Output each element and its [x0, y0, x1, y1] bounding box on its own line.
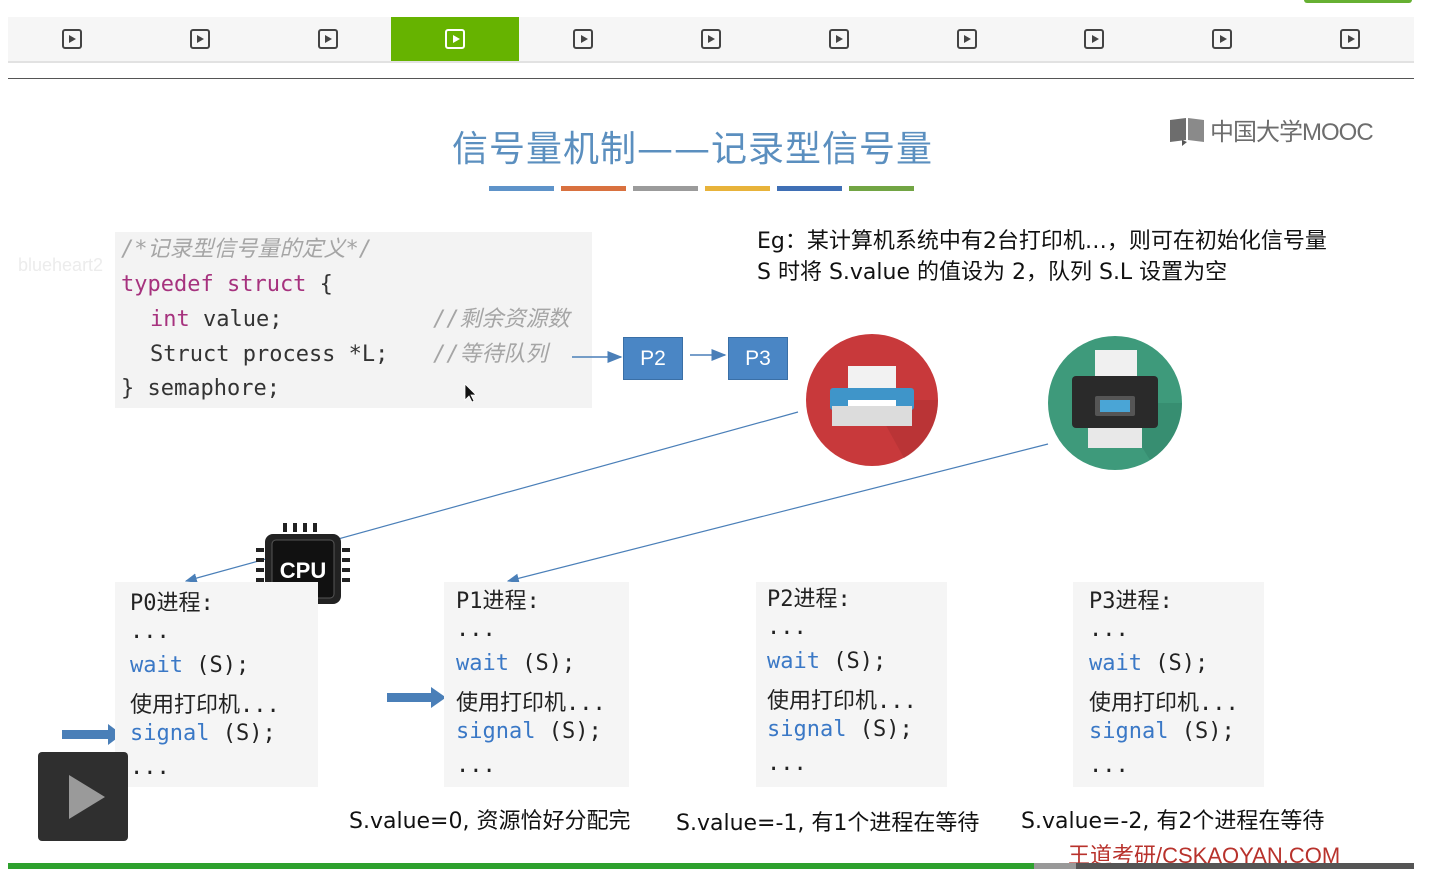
title-stripe-3: [633, 186, 698, 191]
play-icon: [1340, 29, 1361, 49]
mooc-logo: 中国大学MOOC: [1168, 112, 1374, 147]
code-line-end: } semaphore;: [121, 376, 280, 401]
code-line-typedef: typedef struct {: [121, 272, 333, 297]
title-stripe-6: [849, 186, 914, 191]
segment-8[interactable]: [903, 17, 1031, 61]
status-text-0: S.value=0, 资源恰好分配完: [349, 809, 631, 834]
play-icon: [956, 29, 977, 49]
play-icon: [445, 29, 466, 49]
status-text-1: S.value=-1, 有1个进程在等待: [676, 811, 980, 836]
wait-call-p2: wait (S);: [767, 649, 887, 674]
current-step-arrow-2: [387, 687, 446, 708]
play-icon: [61, 29, 82, 49]
segment-9[interactable]: [1031, 17, 1159, 61]
play-icon: [317, 29, 338, 49]
process-name-p0: P0进程:: [130, 591, 214, 616]
divider: [8, 78, 1414, 79]
example-text: Eg：某计算机系统中有2台打印机…，则可在初始化信号量 S 时将 S.value…: [757, 229, 1327, 285]
title-stripe-1: [489, 186, 554, 191]
queue-box-p2: P2: [623, 337, 683, 380]
code-block: /*记录型信号量的定义*/ typedef struct { int value…: [115, 232, 592, 408]
play-button[interactable]: [38, 752, 128, 841]
code-line-comment: /*记录型信号量的定义*/: [121, 237, 372, 262]
progress-buffer: [1034, 863, 1076, 869]
code-comment-queue: //等待队列: [433, 342, 548, 367]
use-printer-p3: 使用打印机...: [1089, 691, 1239, 716]
status-text-2: S.value=-2, 有2个进程在等待: [1021, 809, 1325, 834]
use-printer-p1: 使用打印机...: [456, 691, 606, 716]
wait-call-p3: wait (S);: [1089, 651, 1209, 676]
progress-fill: [8, 863, 1034, 869]
segment-11[interactable]: [1286, 17, 1414, 61]
queue-box-p3: P3: [728, 337, 788, 380]
ellipsis-p3: ...: [1089, 617, 1129, 642]
play-icon: [189, 29, 210, 49]
title-stripe-2: [561, 186, 626, 191]
code-line-value: int value;: [150, 307, 283, 332]
ellipsis-p1: ...: [456, 617, 496, 642]
printer-green-icon: [1048, 336, 1182, 470]
signal-call-p2: signal (S);: [767, 717, 913, 742]
printer-red-icon: [806, 334, 939, 466]
code-comment-value: //剩余资源数: [433, 307, 570, 332]
slide-title: 信号量机制——记录型信号量: [452, 129, 934, 170]
play-icon: [573, 29, 594, 49]
segment-2[interactable]: [136, 17, 264, 61]
segment-6[interactable]: [647, 17, 775, 61]
ellipsis-p2: ...: [767, 615, 807, 640]
process-name-p3: P3进程:: [1089, 589, 1173, 614]
signal-call-p3: signal (S);: [1089, 719, 1235, 744]
segment-5[interactable]: [519, 17, 647, 61]
segment-7[interactable]: [775, 17, 903, 61]
wait-call-p1: wait (S);: [456, 651, 576, 676]
progress-bar[interactable]: [8, 863, 1414, 869]
ellipsis-p0: ...: [130, 755, 170, 780]
play-icon: [700, 29, 721, 49]
segment-navigation: [8, 17, 1414, 63]
wait-call-p0: wait (S);: [130, 653, 250, 678]
title-stripe-4: [705, 186, 770, 191]
ellipsis-p2: ...: [767, 751, 807, 776]
printer1-to-p0-line: [184, 411, 799, 583]
signal-call-p1: signal (S);: [456, 719, 602, 744]
signal-call-p0: signal (S);: [130, 721, 276, 746]
code-line-queue: Struct process *L;: [150, 342, 389, 367]
title-stripe-5: [777, 186, 842, 191]
segment-3[interactable]: [264, 17, 392, 61]
title-underline-stripes: [489, 186, 914, 191]
ellipsis-p0: ...: [130, 619, 170, 644]
use-printer-p2: 使用打印机...: [767, 689, 917, 714]
use-printer-p0: 使用打印机...: [130, 693, 280, 718]
printer2-to-p1-line: [506, 443, 1049, 583]
ellipsis-p1: ...: [456, 753, 496, 778]
book-logo-icon: [1170, 117, 1204, 146]
play-icon: [1212, 29, 1233, 49]
ellipsis-p3: ...: [1089, 753, 1129, 778]
cpu-label: CPU: [280, 558, 326, 583]
logo-text: 中国大学MOOC: [1210, 119, 1374, 146]
segment-4[interactable]: [391, 17, 520, 61]
watermark: blueheart2: [18, 255, 104, 275]
top-status-badge: [1304, 0, 1412, 3]
process-name-p1: P1进程:: [456, 589, 540, 614]
current-step-arrow-1: [62, 724, 122, 745]
play-icon: [1084, 29, 1105, 49]
segment-1[interactable]: [8, 17, 136, 61]
process-name-p2: P2进程:: [767, 587, 851, 612]
segment-10[interactable]: [1158, 17, 1286, 61]
play-icon: [828, 29, 849, 49]
